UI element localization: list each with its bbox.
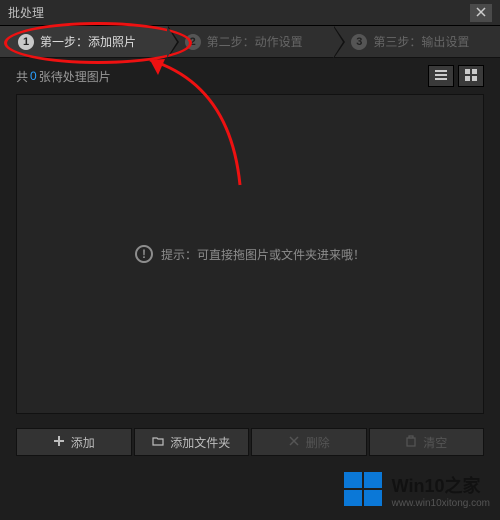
pending-count: 0 <box>30 69 37 83</box>
watermark: Win10之家 www.win10xitong.com <box>342 468 490 512</box>
close-button[interactable] <box>470 4 492 22</box>
grid-icon <box>464 68 478 85</box>
clear-label: 清空 <box>423 434 447 451</box>
title-bar: 批处理 <box>0 0 500 26</box>
step-3-output-settings[interactable]: 3 第三步：输出设置 <box>333 26 500 57</box>
clear-button[interactable]: 清空 <box>369 428 485 456</box>
add-folder-label: 添加文件夹 <box>170 434 230 451</box>
delete-icon <box>288 435 300 450</box>
plus-icon <box>53 435 65 450</box>
list-view-button[interactable] <box>428 65 454 87</box>
window-title: 批处理 <box>8 4 470 21</box>
step-number-icon: 3 <box>351 34 367 50</box>
close-icon <box>476 6 486 20</box>
step-label: 第三步：输出设置 <box>373 33 469 50</box>
watermark-url: www.win10xitong.com <box>392 498 490 509</box>
watermark-title: Win10之家 <box>392 472 490 498</box>
drop-hint: ! 提示：可直接拖图片或文件夹进来哦！ <box>135 245 365 263</box>
list-icon <box>434 68 448 85</box>
windows-logo-icon <box>342 468 386 512</box>
bottom-toolbar: 添加 添加文件夹 删除 清空 <box>16 428 484 456</box>
grid-view-button[interactable] <box>458 65 484 87</box>
delete-label: 删除 <box>306 434 330 451</box>
add-label: 添加 <box>71 434 95 451</box>
step-number-icon: 1 <box>18 34 34 50</box>
add-folder-button[interactable]: 添加文件夹 <box>134 428 250 456</box>
count-suffix: 张待处理图片 <box>39 68 111 85</box>
clear-icon <box>405 435 417 450</box>
folder-icon <box>152 435 164 450</box>
annotation-arrow <box>110 45 270 205</box>
info-icon: ! <box>135 245 153 263</box>
delete-button[interactable]: 删除 <box>251 428 367 456</box>
count-prefix: 共 <box>16 68 28 85</box>
drop-hint-text: 提示：可直接拖图片或文件夹进来哦！ <box>161 246 365 263</box>
add-button[interactable]: 添加 <box>16 428 132 456</box>
